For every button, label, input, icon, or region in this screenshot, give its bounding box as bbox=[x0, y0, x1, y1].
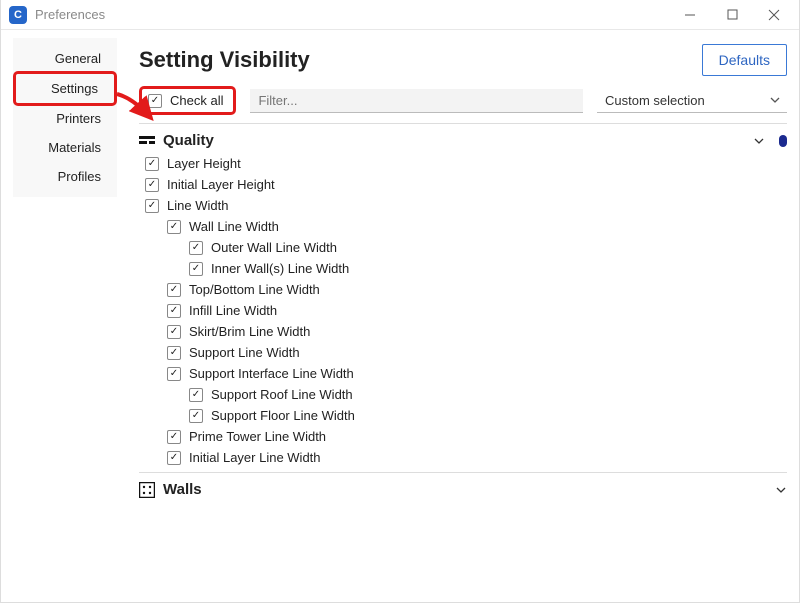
setting-checkbox[interactable] bbox=[145, 178, 159, 192]
setting-checkbox[interactable] bbox=[167, 283, 181, 297]
check-all-label: Check all bbox=[170, 93, 223, 108]
category-label: Quality bbox=[163, 132, 214, 149]
divider bbox=[139, 472, 787, 473]
setting-row: Prime Tower Line Width bbox=[167, 426, 787, 447]
chevron-down-icon bbox=[769, 94, 781, 106]
setting-label: Support Line Width bbox=[189, 345, 300, 360]
category-header-quality[interactable]: Quality bbox=[139, 130, 787, 151]
setting-row: Support Line Width bbox=[167, 342, 787, 363]
setting-label: Skirt/Brim Line Width bbox=[189, 324, 310, 339]
setting-label: Line Width bbox=[167, 198, 228, 213]
sidebar-item-label: Materials bbox=[48, 140, 101, 155]
setting-checkbox[interactable] bbox=[167, 325, 181, 339]
setting-row: Infill Line Width bbox=[167, 300, 787, 321]
setting-label: Top/Bottom Line Width bbox=[189, 282, 320, 297]
close-icon bbox=[768, 9, 780, 21]
setting-label: Outer Wall Line Width bbox=[211, 240, 337, 255]
setting-checkbox[interactable] bbox=[145, 157, 159, 171]
category-header-walls[interactable]: Walls bbox=[139, 479, 787, 500]
setting-label: Support Interface Line Width bbox=[189, 366, 354, 381]
setting-row: Initial Layer Line Width bbox=[167, 447, 787, 468]
app-icon: C bbox=[9, 6, 27, 24]
visibility-select[interactable]: Custom selection bbox=[597, 89, 787, 113]
close-button[interactable] bbox=[753, 1, 795, 29]
content-area: Setting Visibility Defaults Check all Cu… bbox=[117, 38, 787, 603]
settings-tree-quality: Layer Height Initial Layer Height Line Wid… bbox=[139, 153, 787, 468]
setting-row: Skirt/Brim Line Width bbox=[167, 321, 787, 342]
sidebar: General Settings Printers Materials Prof… bbox=[13, 38, 117, 197]
category-label: Walls bbox=[163, 481, 202, 498]
setting-row: Top/Bottom Line Width bbox=[167, 279, 787, 300]
setting-checkbox[interactable] bbox=[189, 388, 203, 402]
check-all-group: Check all bbox=[139, 86, 236, 115]
setting-row: Line Width bbox=[145, 195, 787, 216]
setting-row: Support Floor Line Width bbox=[189, 405, 787, 426]
maximize-icon bbox=[727, 9, 738, 20]
setting-label: Prime Tower Line Width bbox=[189, 429, 326, 444]
setting-checkbox[interactable] bbox=[167, 430, 181, 444]
setting-checkbox[interactable] bbox=[189, 262, 203, 276]
setting-row: Inner Wall(s) Line Width bbox=[189, 258, 787, 279]
page-title: Setting Visibility bbox=[139, 47, 310, 73]
setting-row: Support Interface Line Width bbox=[167, 363, 787, 384]
sidebar-item-label: Settings bbox=[51, 81, 98, 96]
setting-label: Support Floor Line Width bbox=[211, 408, 355, 423]
setting-label: Wall Line Width bbox=[189, 219, 279, 234]
sidebar-item-label: Profiles bbox=[58, 169, 101, 184]
setting-checkbox[interactable] bbox=[189, 409, 203, 423]
setting-label: Infill Line Width bbox=[189, 303, 277, 318]
setting-label: Inner Wall(s) Line Width bbox=[211, 261, 349, 276]
setting-checkbox[interactable] bbox=[167, 346, 181, 360]
sidebar-item-general[interactable]: General bbox=[13, 44, 117, 73]
sidebar-item-settings[interactable]: Settings bbox=[13, 71, 117, 106]
sidebar-item-label: General bbox=[55, 51, 101, 66]
window-title: Preferences bbox=[35, 7, 105, 22]
setting-checkbox[interactable] bbox=[145, 199, 159, 213]
defaults-button[interactable]: Defaults bbox=[702, 44, 787, 76]
minimize-button[interactable] bbox=[669, 1, 711, 29]
setting-row: Initial Layer Height bbox=[145, 174, 787, 195]
setting-row: Wall Line Width bbox=[167, 216, 787, 237]
setting-checkbox[interactable] bbox=[167, 304, 181, 318]
setting-label: Layer Height bbox=[167, 156, 241, 171]
setting-checkbox[interactable] bbox=[167, 220, 181, 234]
setting-row: Outer Wall Line Width bbox=[189, 237, 787, 258]
setting-label: Initial Layer Line Width bbox=[189, 450, 321, 465]
filter-input[interactable] bbox=[250, 89, 583, 113]
divider bbox=[139, 123, 787, 124]
setting-label: Initial Layer Height bbox=[167, 177, 275, 192]
chevron-down-icon bbox=[775, 484, 787, 496]
maximize-button[interactable] bbox=[711, 1, 753, 29]
setting-row: Support Roof Line Width bbox=[189, 384, 787, 405]
sidebar-item-materials[interactable]: Materials bbox=[13, 133, 117, 162]
setting-checkbox[interactable] bbox=[189, 241, 203, 255]
scroll-indicator[interactable] bbox=[779, 135, 787, 147]
quality-icon bbox=[139, 133, 155, 149]
titlebar: C Preferences bbox=[1, 0, 799, 30]
setting-checkbox[interactable] bbox=[167, 451, 181, 465]
sidebar-item-label: Printers bbox=[56, 111, 101, 126]
sidebar-item-printers[interactable]: Printers bbox=[13, 104, 117, 133]
check-all-checkbox[interactable] bbox=[148, 94, 162, 108]
select-value: Custom selection bbox=[605, 93, 705, 108]
setting-row: Layer Height bbox=[145, 153, 787, 174]
minimize-icon bbox=[684, 9, 696, 21]
chevron-down-icon bbox=[753, 135, 765, 147]
setting-checkbox[interactable] bbox=[167, 367, 181, 381]
sidebar-item-profiles[interactable]: Profiles bbox=[13, 162, 117, 191]
walls-icon bbox=[139, 482, 155, 498]
setting-label: Support Roof Line Width bbox=[211, 387, 353, 402]
